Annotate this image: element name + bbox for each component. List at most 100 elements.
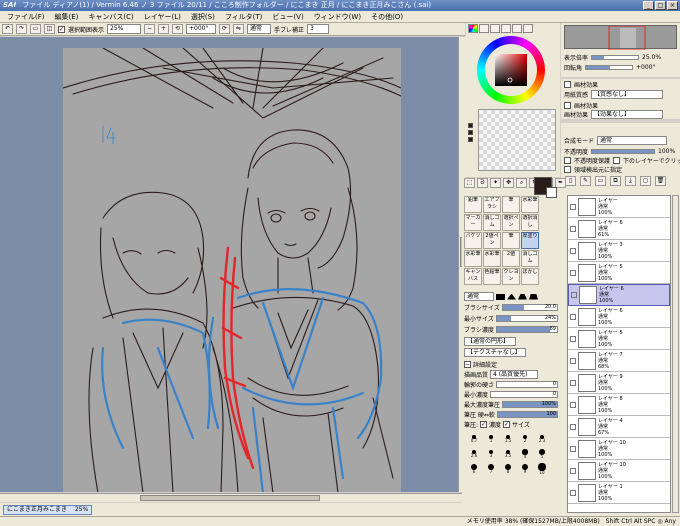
angle-field[interactable]: +000° (186, 24, 217, 34)
tool-button[interactable]: 選択消し (521, 214, 539, 231)
lasso-icon[interactable]: ᘐ (477, 178, 488, 188)
canvas-paper[interactable] (62, 47, 402, 492)
protect-opacity-checkbox[interactable] (564, 157, 571, 164)
canvas-area[interactable] (0, 37, 460, 492)
zoom-in-icon[interactable]: + (158, 24, 170, 34)
quality-dropdown[interactable]: 4 (品質優先) (490, 370, 539, 379)
clipping-checkbox[interactable] (613, 157, 621, 164)
layer-row[interactable]: レイヤー 9 通常 100% (568, 372, 670, 394)
menu-select[interactable]: 選択(S) (186, 11, 220, 23)
quick-color-2[interactable] (468, 130, 473, 135)
close-button[interactable]: × (667, 1, 678, 10)
brush-size-preset[interactable]: 1 (483, 432, 499, 446)
mixer-tab-icon[interactable] (501, 24, 511, 33)
menu-filter[interactable]: フィルタ(T) (220, 11, 268, 23)
eye-icon[interactable] (570, 467, 576, 474)
eye-icon[interactable] (570, 357, 576, 364)
tool-button[interactable]: 2値 (502, 250, 520, 267)
brush-size-preset[interactable]: 2 (517, 432, 533, 446)
scratchpad-tab-icon[interactable] (523, 24, 533, 33)
min-size-slider[interactable]: 24% (495, 315, 558, 322)
tool-button[interactable]: 鉛筆 (464, 196, 482, 213)
zoom-field[interactable]: 25% (107, 24, 142, 34)
brush-size-preset[interactable]: 5 (534, 447, 550, 461)
tool-button[interactable]: 水彩筆 (464, 250, 482, 267)
color-wheel-tab-icon[interactable] (468, 24, 478, 33)
layer-row[interactable]: レイヤー 4 通常 67% (568, 416, 670, 438)
layer-list-scrollbar[interactable] (672, 195, 679, 513)
canvas-horizontal-scrollbar[interactable] (0, 493, 466, 502)
tool-button[interactable]: キャンバス (464, 268, 482, 285)
tool-button[interactable]: 筆 (502, 232, 520, 249)
brush-size-preset[interactable]: 10 (534, 462, 550, 476)
eye-icon[interactable] (570, 203, 576, 210)
layer-row[interactable]: レイヤー 通常 100% (568, 196, 670, 218)
tool-button[interactable]: 選択ペン (502, 214, 520, 231)
eye-icon[interactable] (570, 269, 576, 276)
tool-button[interactable]: クレヨン (502, 268, 520, 285)
brush-shape-hard-icon[interactable] (529, 293, 538, 300)
document-tab[interactable]: にこまき正月みこまき 25% (3, 505, 93, 515)
brush-size-preset[interactable]: 3.5 (500, 447, 516, 461)
brush-size-preset[interactable]: 0.7 (466, 432, 482, 446)
zoom-icon[interactable]: ⌕ (516, 178, 527, 188)
brush-size-preset[interactable]: 6 (466, 462, 482, 476)
effect-toggle-2[interactable] (564, 102, 571, 109)
navigator-preview[interactable] (564, 25, 677, 51)
menu-other[interactable]: その他(O) (366, 11, 408, 23)
tool-button[interactable]: 筆 (502, 196, 520, 213)
brush-size-slider[interactable]: 20.0 (501, 304, 558, 311)
eye-icon[interactable] (570, 489, 576, 496)
rotate-left-icon[interactable]: ⟲ (172, 24, 184, 34)
eye-icon[interactable] (570, 401, 576, 408)
layer-row[interactable]: レイヤー 7 通常 68% (568, 350, 670, 372)
hardness-slider[interactable]: 100 (496, 411, 558, 418)
color-wheel[interactable] (477, 36, 545, 104)
brush-size-preset[interactable]: 3 (483, 447, 499, 461)
swatch-tab-icon[interactable] (512, 24, 522, 33)
tool-button[interactable]: 2値ペン (483, 232, 501, 249)
selection-rect-icon[interactable]: ⬚ (464, 178, 475, 188)
effect-dropdown[interactable]: 【効果なし】 (591, 110, 664, 119)
texture-dropdown[interactable]: 【質感なし】 (591, 90, 664, 99)
layer-row[interactable]: レイヤー 10 通常 100% (568, 438, 670, 460)
source-checkbox[interactable] (564, 166, 571, 173)
brush-texture-dropdown[interactable]: 【テクスチャなし】 (464, 348, 526, 357)
brush-size-preset[interactable]: 1.5 (500, 432, 516, 446)
effect-toggle-1[interactable] (564, 81, 571, 88)
quick-color-1[interactable] (468, 123, 473, 128)
menu-view[interactable]: ビュー(V) (267, 11, 308, 23)
deselect-icon[interactable]: ▭ (30, 24, 41, 34)
tool-button[interactable]: 色鉛筆 (483, 268, 501, 285)
nav-zoom-slider[interactable] (591, 55, 640, 60)
undo-icon[interactable]: ↶ (2, 24, 13, 34)
move-icon[interactable]: ✥ (503, 178, 514, 188)
tool-button[interactable]: バケツ (464, 232, 482, 249)
eye-icon[interactable] (570, 225, 576, 232)
new-layer-icon[interactable]: ▯ (565, 176, 576, 186)
eye-icon[interactable] (570, 247, 576, 254)
brush-size-preset[interactable]: 4 (517, 447, 533, 461)
layer-row[interactable]: レイヤー 5 通常 100% (568, 328, 670, 350)
layer-row[interactable]: レイヤー 6 通常 100% (568, 284, 670, 306)
layer-row[interactable]: レイヤー 3 通常 100% (568, 240, 670, 262)
delete-layer-icon[interactable]: 🗑 (655, 176, 666, 186)
edge-slider[interactable]: 0 (496, 381, 558, 388)
flip-icon[interactable]: ⇋ (233, 24, 245, 34)
quick-color-3[interactable] (468, 137, 473, 142)
menu-window[interactable]: ウィンドウ(W) (309, 11, 366, 23)
layer-row[interactable]: レイヤー 1 通常 100% (568, 482, 670, 504)
clear-layer-icon[interactable]: ◻ (640, 176, 651, 186)
layer-row[interactable]: レイヤー 6 通常 100% (568, 306, 670, 328)
layer-row[interactable]: レイヤー 5 通常 100% (568, 262, 670, 284)
minimize-button[interactable]: _ (643, 1, 654, 10)
layer-row[interactable]: レイヤー 10 通常 100% (568, 460, 670, 482)
maximize-button[interactable]: □ (655, 1, 666, 10)
nav-angle-slider[interactable] (585, 65, 634, 70)
tool-button[interactable]: ぼかし (521, 268, 539, 285)
tool-button[interactable]: 厚塗り (521, 232, 539, 249)
brush-size-preset[interactable]: 7 (483, 462, 499, 476)
stabilizer-dropdown[interactable]: 3 (307, 24, 330, 34)
menu-layer[interactable]: レイヤー(L) (139, 11, 186, 23)
hsv-slider-tab-icon[interactable] (490, 24, 500, 33)
